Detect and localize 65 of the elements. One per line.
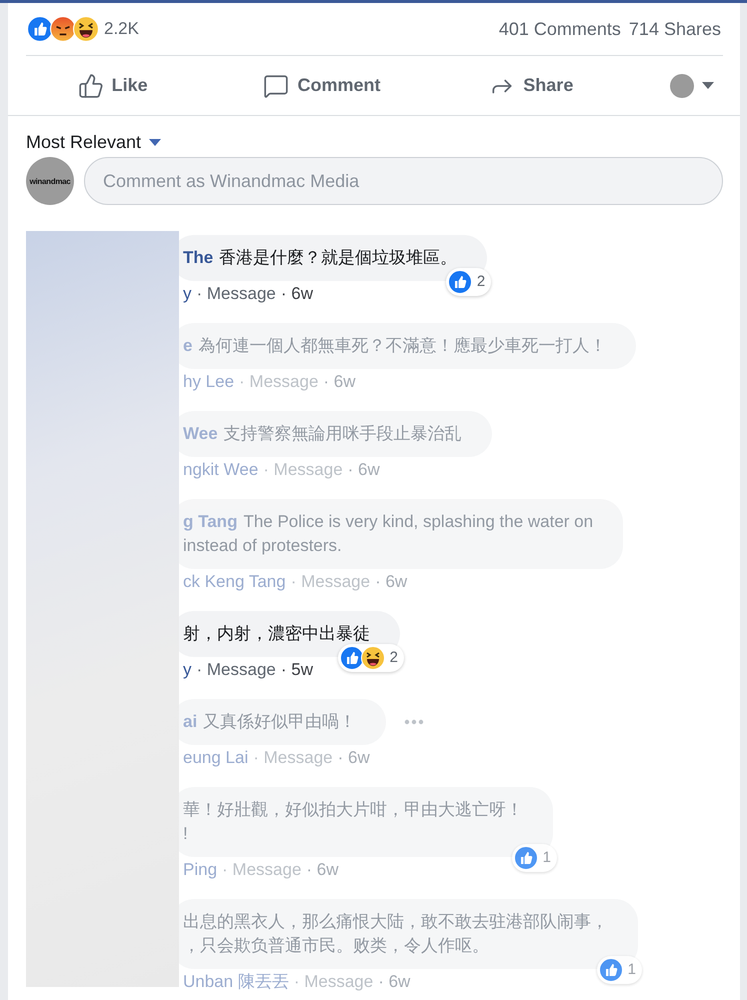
author-link[interactable]: Unban 陳丟丟 xyxy=(183,972,289,992)
comment-text: ! xyxy=(183,824,188,843)
comment-time: · 5w xyxy=(280,660,313,680)
author-link[interactable]: hy Lee xyxy=(183,372,234,392)
thumbs-up-icon xyxy=(78,72,104,98)
caret-icon xyxy=(149,138,162,146)
commenter-name[interactable]: Wee xyxy=(183,424,218,443)
page-avatar: winandmac xyxy=(26,157,74,205)
message-link[interactable]: · Message xyxy=(290,572,370,592)
like-reaction-icon xyxy=(514,846,538,870)
author-link[interactable]: ngkit Wee xyxy=(183,460,258,480)
like-reaction-icon xyxy=(448,270,472,294)
comment-text: 支持警察無論用咪手段止暴治乱 xyxy=(224,424,462,443)
comment-text: 華！好壯觀，好似拍大片咁，甲由大逃亡呀！ xyxy=(183,800,523,819)
commenter-name[interactable]: The xyxy=(183,248,214,267)
reaction-badge[interactable]: 2 xyxy=(338,644,404,672)
comment-text: The Police is very kind, splashing the water on xyxy=(243,512,594,531)
author-link[interactable]: y xyxy=(183,660,192,680)
commenter-name[interactable]: g Tang xyxy=(183,512,238,531)
laughing-reaction-icon xyxy=(73,16,99,42)
message-link[interactable]: · Message xyxy=(253,748,333,768)
comment-time: · 6w xyxy=(375,572,408,592)
sort-dropdown[interactable]: Most Relevant xyxy=(26,132,162,153)
comment-time: · 6w xyxy=(306,860,339,880)
author-link[interactable]: y xyxy=(183,284,192,304)
comment-text: ，只会欺负普通市民。败类，令人作呕。 xyxy=(183,936,489,955)
reaction-badge[interactable]: 2 xyxy=(446,268,492,296)
comment-time: · 6w xyxy=(348,460,380,480)
like-reaction-icon xyxy=(340,646,364,670)
author-link[interactable]: ck Keng Tang xyxy=(183,572,286,592)
author-link[interactable]: eung Lai xyxy=(183,748,248,768)
comment-text: instead of protesters. xyxy=(183,536,342,555)
author-link[interactable]: Ping xyxy=(183,860,218,880)
caret-icon xyxy=(702,82,714,90)
like-reaction-icon xyxy=(598,958,623,982)
message-link[interactable]: · Message xyxy=(263,460,343,480)
comment-text: 香港是什麼？就是個垃圾堆區。 xyxy=(219,248,458,267)
comment-text: 為何連一個人都無車死？不滿意！應最少車死一打人！ xyxy=(198,336,606,355)
comment-time: · 6w xyxy=(378,972,410,992)
share-button[interactable]: Share xyxy=(426,66,636,104)
commenter-name[interactable]: ai xyxy=(183,712,198,731)
comment-field[interactable]: Comment as Winandmac Media xyxy=(84,157,723,205)
reaction-badge[interactable]: 1 xyxy=(512,844,557,872)
comments-count[interactable]: 401 Comments xyxy=(498,18,621,38)
comment-time: · 6w xyxy=(338,748,370,768)
comment-text: 又真係好似甲由喎！ xyxy=(203,712,356,731)
angry-reaction-icon xyxy=(50,16,76,42)
commenter-name[interactable]: e xyxy=(183,336,192,355)
message-link[interactable]: · Message xyxy=(196,660,276,680)
shares-count[interactable]: 714 Shares xyxy=(628,18,721,38)
comment-button[interactable]: Comment xyxy=(217,66,427,104)
message-link[interactable]: · Message xyxy=(239,372,318,392)
message-link[interactable]: · Message xyxy=(294,972,374,992)
like-reaction-icon xyxy=(27,16,53,42)
speech-bubble-icon xyxy=(263,72,290,98)
comment-text: 射，内射，濃密中出暴徒 xyxy=(183,624,370,643)
like-button[interactable]: Like xyxy=(8,66,218,104)
message-link[interactable]: · Message xyxy=(196,284,276,304)
laughing-reaction-icon xyxy=(360,646,385,670)
comment-time: · 6w xyxy=(280,284,313,304)
reaction-badge[interactable]: 1 xyxy=(596,956,642,984)
comment-time: · 6w xyxy=(323,372,356,392)
message-link[interactable]: · Message xyxy=(222,860,302,880)
comment-text: 出息的黑衣人，那么痛恨大陆，敢不敢去驻港部队闹事， xyxy=(183,912,608,931)
reaction-count[interactable]: 2.2K xyxy=(104,19,139,39)
